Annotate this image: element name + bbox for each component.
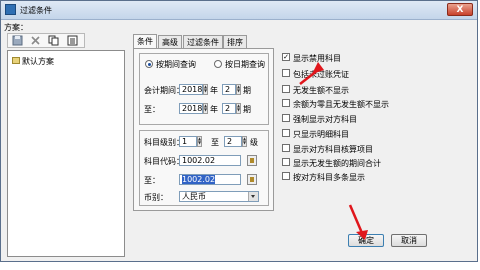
annotation-arrow-checkbox <box>299 62 324 85</box>
annotation-arrow-ok <box>348 204 368 240</box>
annotation-arrows <box>299 62 368 240</box>
